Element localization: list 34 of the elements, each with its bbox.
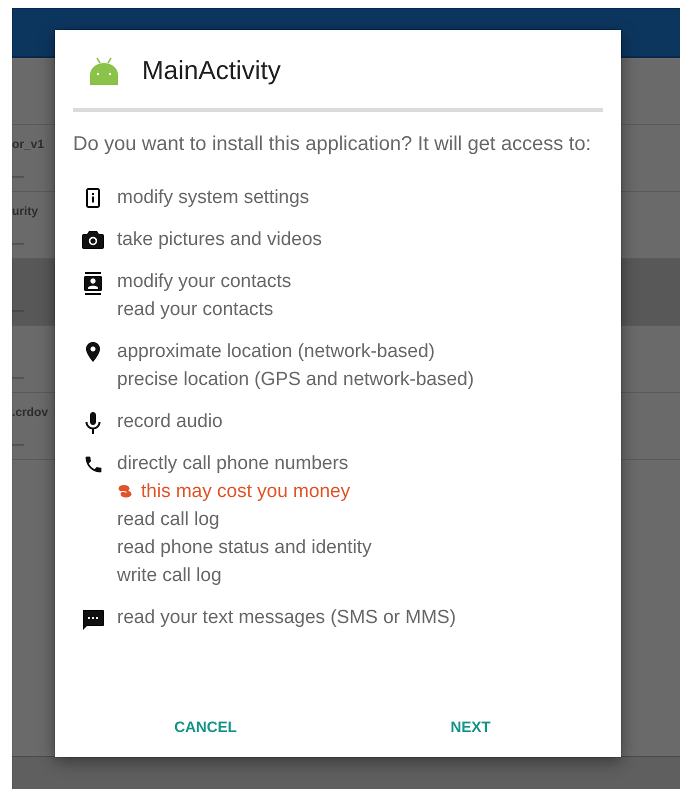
permission-text: approximate location (network-based) [117,340,436,364]
list-item-subtitle: — [12,236,25,250]
contact-card-icon [84,272,102,295]
list-item-title: .crdov [12,405,50,419]
permission-text: read call log [117,508,220,532]
dialog-button[interactable]: NEXT [442,710,498,744]
permission-text: take pictures and videos [117,228,322,252]
permission-text: read your contacts [117,298,274,322]
permission-text: directly call phone numbers [117,452,350,476]
permission-text: modify your contacts [117,270,292,294]
install-prompt: Do you want to install this application? It will get access to: [73,132,592,156]
phone-handset-icon [82,454,104,475]
list-item-subtitle: — [12,437,25,451]
android-icon [88,55,120,85]
microphone-icon [85,412,101,434]
chat-bubble-icon [81,608,105,632]
permission-text: read your text messages (SMS or MMS) [117,606,456,630]
permission-text: read phone status and identity [117,536,372,560]
list-item-subtitle: — [12,169,25,183]
permission-text: precise location (GPS and network-based) [117,368,474,392]
warning-text: this may cost you money [141,480,350,504]
dialog-title: MainActivity [142,54,281,86]
coins-icon [117,484,133,500]
permission-text: modify system settings [117,186,310,210]
camera-icon [82,230,104,249]
dialog-button[interactable]: CANCEL [166,710,245,744]
permission-text: record audio [117,410,223,434]
list-item-subtitle: — [12,303,25,317]
list-item-title: urity [12,204,40,218]
phone-info-icon [86,188,100,208]
list-item-title: or_v1 [12,137,46,151]
location-pin-icon [86,342,100,362]
list-item-subtitle: — [12,370,25,384]
permission-text: write call log [117,564,223,588]
